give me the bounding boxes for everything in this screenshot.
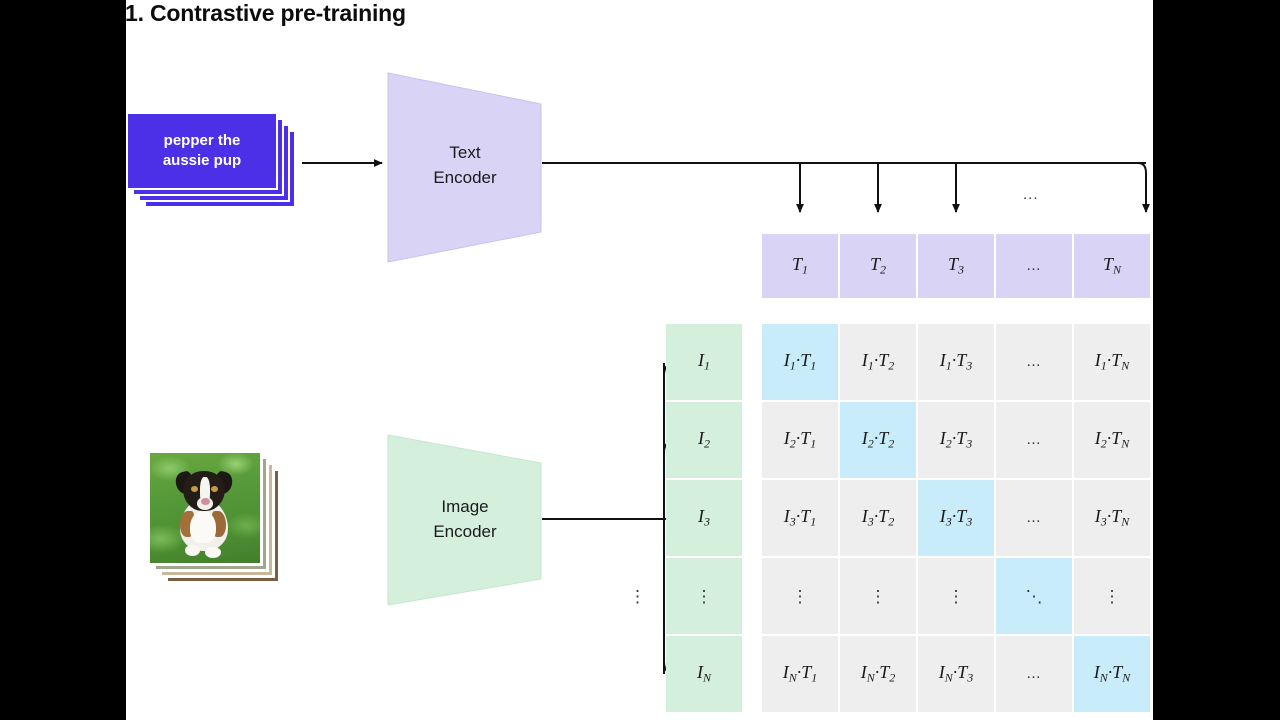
matrix-cell-r4-c4[interactable]: ⋱ (996, 558, 1072, 634)
text-encoder-line-2: Encoder (433, 168, 497, 187)
image-embedding-cell-n[interactable]: IN (666, 636, 742, 712)
dog-nose (201, 498, 210, 505)
image-encoder-label: Image Encoder (387, 494, 543, 544)
image-embedding-cell-1[interactable]: I1 (666, 324, 742, 400)
image-embedding-label-1: I1 (698, 350, 710, 373)
text-embedding-cell-ellipsis[interactable]: ... (996, 234, 1072, 298)
image-encoder-line-2: Encoder (433, 522, 497, 541)
matrix-cell-r5-c2[interactable]: IN·T2 (840, 636, 916, 712)
matrix-cell-r4-c3[interactable]: ⋮ (918, 558, 994, 634)
matrix-cell-r3-c3[interactable]: I3·T3 (918, 480, 994, 556)
image-embedding-label-ellipsis: ⋮ (695, 586, 713, 606)
matrix-cell-label: I2·T1 (783, 428, 817, 451)
matrix-cell-r4-c2[interactable]: ⋮ (840, 558, 916, 634)
matrix-cell-r5-c4[interactable]: ... (996, 636, 1072, 712)
text-input-card-stack[interactable]: pepper the aussie pup (126, 112, 302, 214)
matrix-cell-r3-c1[interactable]: I3·T1 (762, 480, 838, 556)
text-embedding-cell-n[interactable]: TN (1074, 234, 1150, 298)
image-embedding-label-n: IN (696, 662, 711, 685)
matrix-cell-label: IN·T1 (782, 662, 818, 685)
image-encoder[interactable]: Image Encoder (387, 432, 543, 608)
matrix-cell-label: IN·TN (1093, 662, 1131, 685)
matrix-cell-r1-c3[interactable]: I1·T3 (918, 324, 994, 400)
page-title: 1. Contrastive pre-training (126, 0, 406, 26)
matrix-cell-r1-c1[interactable]: I1·T1 (762, 324, 838, 400)
matrix-cell-vertical-ellipsis: ⋮ (947, 586, 965, 606)
diagram-canvas: 1. Contrastive pre-training pepper the a… (126, 0, 1153, 720)
matrix-cell-horizontal-ellipsis: ... (1026, 431, 1042, 448)
matrix-cell-label: I1·T3 (939, 350, 973, 373)
text-embedding-label-3: T3 (947, 254, 964, 277)
matrix-cell-label: IN·T2 (860, 662, 896, 685)
image-embedding-cell-3[interactable]: I3 (666, 480, 742, 556)
matrix-cell-r2-c1[interactable]: I2·T1 (762, 402, 838, 478)
text-embedding-label-ellipsis: ... (1026, 257, 1042, 274)
dog-paw-left (185, 545, 200, 556)
text-embedding-label-n: TN (1102, 254, 1122, 277)
matrix-cell-label: I3·T2 (861, 506, 895, 529)
matrix-cell-label: I1·T2 (861, 350, 895, 373)
matrix-cell-label: I3·T3 (939, 506, 973, 529)
dog-paw-right (205, 547, 221, 558)
text-encoder[interactable]: Text Encoder (387, 70, 543, 265)
matrix-cell-label: I3·TN (1094, 506, 1130, 529)
text-encoder-label: Text Encoder (387, 140, 543, 190)
photo-card-front[interactable] (147, 450, 263, 566)
image-embedding-label-3: I3 (698, 506, 710, 529)
puppy-photo (150, 453, 260, 563)
matrix-cell-vertical-ellipsis: ⋮ (791, 586, 809, 606)
matrix-cell-r2-c5[interactable]: I2·TN (1074, 402, 1150, 478)
image-embedding-label-2: I2 (698, 428, 710, 451)
dog-eye-left (191, 486, 198, 492)
image-embedding-cell-ellipsis[interactable]: ⋮ (666, 558, 742, 634)
matrix-cell-horizontal-ellipsis: ... (1026, 509, 1042, 526)
matrix-cell-label: I2·T2 (861, 428, 895, 451)
matrix-cell-horizontal-ellipsis: ... (1026, 665, 1042, 682)
matrix-cell-r3-c4[interactable]: ... (996, 480, 1072, 556)
text-embedding-cell-2[interactable]: T2 (840, 234, 916, 298)
matrix-cell-r2-c3[interactable]: I2·T3 (918, 402, 994, 478)
matrix-cell-r3-c2[interactable]: I3·T2 (840, 480, 916, 556)
matrix-cell-vertical-ellipsis: ⋮ (1103, 586, 1121, 606)
text-embedding-cell-1[interactable]: T1 (762, 234, 838, 298)
matrix-cell-label: I2·T3 (939, 428, 973, 451)
image-column-ellipsis: ⋮ (629, 587, 646, 606)
matrix-cell-r4-c5[interactable]: ⋮ (1074, 558, 1150, 634)
matrix-cell-r5-c5[interactable]: IN·TN (1074, 636, 1150, 712)
image-encoder-line-1: Image (441, 497, 489, 516)
matrix-cell-label: I2·TN (1094, 428, 1130, 451)
matrix-cell-label: I3·T1 (783, 506, 817, 529)
text-card-front[interactable]: pepper the aussie pup (126, 112, 278, 190)
matrix-cell-r4-c1[interactable]: ⋮ (762, 558, 838, 634)
matrix-cell-vertical-ellipsis: ⋮ (869, 586, 887, 606)
matrix-cell-r1-c2[interactable]: I1·T2 (840, 324, 916, 400)
image-input-photo-stack[interactable] (147, 450, 287, 590)
dog-chest (190, 511, 216, 543)
text-card-line-2: aussie pup (162, 152, 242, 169)
text-embedding-label-2: T2 (869, 254, 886, 277)
matrix-cell-r1-c5[interactable]: I1·TN (1074, 324, 1150, 400)
matrix-cell-label: I1·TN (1094, 350, 1130, 373)
matrix-cell-diagonal-ellipsis: ⋱ (1025, 586, 1043, 606)
matrix-cell-horizontal-ellipsis: ... (1026, 353, 1042, 370)
matrix-cell-r1-c4[interactable]: ... (996, 324, 1072, 400)
matrix-cell-label: I1·T1 (783, 350, 817, 373)
screenshot-root: 1. Contrastive pre-training pepper the a… (0, 0, 1280, 720)
text-card-line-1: pepper the (163, 132, 241, 149)
matrix-cell-label: IN·T3 (938, 662, 974, 685)
matrix-cell-r2-c2[interactable]: I2·T2 (840, 402, 916, 478)
text-bus-ellipsis: ... (1023, 186, 1039, 203)
arrow-bus-to-tn (1137, 162, 1150, 213)
matrix-cell-r3-c5[interactable]: I3·TN (1074, 480, 1150, 556)
text-card-label: pepper the aussie pup (128, 131, 276, 171)
image-embedding-cell-2[interactable]: I2 (666, 402, 742, 478)
matrix-cell-r2-c4[interactable]: ... (996, 402, 1072, 478)
matrix-cell-r5-c1[interactable]: IN·T1 (762, 636, 838, 712)
matrix-cell-r5-c3[interactable]: IN·T3 (918, 636, 994, 712)
text-encoder-line-1: Text (449, 143, 481, 162)
dog-eye-right (211, 486, 218, 492)
text-embedding-label-1: T1 (791, 254, 808, 277)
text-embedding-cell-3[interactable]: T3 (918, 234, 994, 298)
